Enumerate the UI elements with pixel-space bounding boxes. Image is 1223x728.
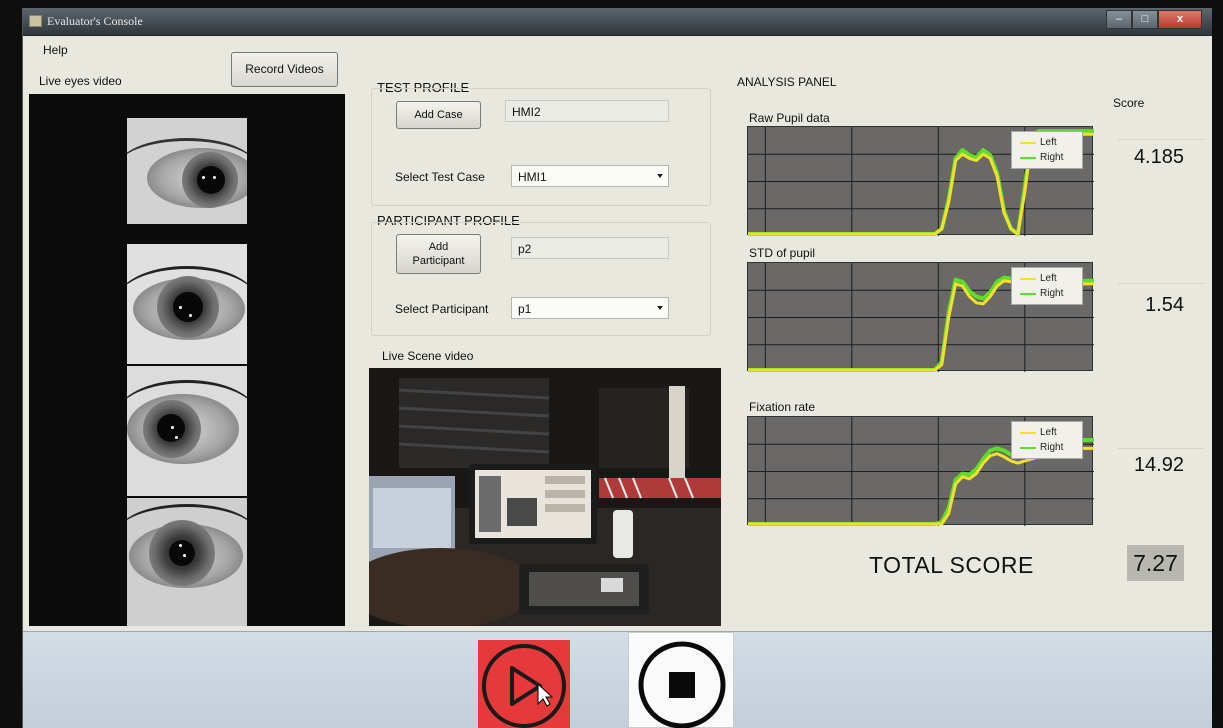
legend-left-label: Left	[1040, 427, 1057, 438]
stop-icon	[638, 641, 726, 728]
chart-fixation-rate: Left Right	[747, 416, 1094, 526]
score-raw-pupil: 4.185	[1133, 146, 1184, 168]
add-participant-button[interactable]: Add Participant	[396, 234, 481, 274]
legend-left-swatch	[1020, 141, 1036, 144]
chart-legend: Left Right	[1011, 267, 1083, 305]
live-eyes-label: Live eyes video	[39, 74, 122, 88]
chart-title-std-pupil: STD of pupil	[749, 246, 816, 260]
add-case-button[interactable]: Add Case	[396, 101, 481, 129]
app-icon	[29, 15, 42, 27]
eye-frame-4	[127, 498, 247, 626]
select-participant-label: Select Participant	[395, 302, 489, 316]
play-icon	[482, 644, 566, 728]
chart-std-pupil: Left Right	[747, 262, 1094, 372]
legend-right-label: Right	[1040, 152, 1064, 163]
add-participant-label-1: Add	[428, 241, 449, 253]
participant-name-input[interactable]: p2	[511, 237, 669, 259]
eye-frame-1	[127, 118, 247, 224]
score-divider	[1118, 139, 1204, 140]
monitor-frame: Evaluator's Console – □ x Help Record Vi…	[0, 0, 1223, 728]
window-title: Evaluator's Console	[47, 14, 143, 28]
live-eyes-video	[29, 94, 345, 626]
title-bar[interactable]: Evaluator's Console – □ x	[23, 8, 1212, 36]
total-score-label: TOTAL SCORE	[869, 552, 1034, 578]
test-case-select-value: HMI1	[518, 170, 547, 184]
chevron-down-icon	[657, 306, 663, 310]
score-divider	[1118, 448, 1204, 449]
score-std-pupil: 1.54	[1145, 294, 1184, 316]
legend-right-swatch	[1020, 446, 1036, 449]
series-line-left	[748, 446, 1094, 526]
total-score-value: 7.27	[1127, 545, 1184, 581]
bottom-control-bar	[23, 631, 1212, 728]
analysis-panel-heading: ANALYSIS PANEL	[737, 75, 837, 89]
chart-legend: Left Right	[1011, 131, 1083, 169]
eye-frame-2	[127, 244, 247, 364]
close-button[interactable]: x	[1158, 10, 1202, 29]
play-button[interactable]	[478, 640, 570, 728]
window-controls: – □ x	[1106, 10, 1202, 30]
select-test-case-label: Select Test Case	[395, 170, 485, 184]
chevron-down-icon	[657, 174, 663, 178]
record-videos-button[interactable]: Record Videos	[231, 52, 338, 87]
score-heading: Score	[1113, 96, 1145, 110]
legend-left-label: Left	[1040, 137, 1057, 148]
legend-left-label: Left	[1040, 273, 1057, 284]
chart-title-fixation-rate: Fixation rate	[749, 400, 816, 414]
legend-right-label: Right	[1040, 288, 1064, 299]
participant-select[interactable]: p1	[511, 297, 669, 319]
score-divider	[1118, 283, 1204, 284]
test-case-select[interactable]: HMI1	[511, 165, 669, 187]
app-window: Evaluator's Console – □ x Help Record Vi…	[22, 8, 1212, 728]
chart-legend: Left Right	[1011, 421, 1083, 459]
legend-right-label: Right	[1040, 442, 1064, 453]
chart-raw-pupil: Left Right	[747, 126, 1094, 236]
minimize-button[interactable]: –	[1106, 10, 1132, 29]
legend-right-swatch	[1020, 292, 1036, 295]
live-scene-label: Live Scene video	[382, 349, 474, 363]
eye-frame-3	[127, 366, 247, 496]
score-fixation-rate: 14.92	[1133, 454, 1184, 476]
legend-left-swatch	[1020, 277, 1036, 280]
live-scene-video	[369, 368, 721, 626]
legend-right-swatch	[1020, 156, 1036, 159]
legend-left-swatch	[1020, 431, 1036, 434]
maximize-button[interactable]: □	[1132, 10, 1158, 29]
chart-title-raw-pupil: Raw Pupil data	[749, 111, 830, 125]
participant-select-value: p1	[518, 302, 532, 316]
menu-help[interactable]: Help	[43, 43, 68, 57]
add-participant-label-2: Participant	[412, 255, 465, 267]
case-name-input[interactable]: HMI2	[505, 100, 669, 122]
stop-button[interactable]	[628, 632, 734, 728]
